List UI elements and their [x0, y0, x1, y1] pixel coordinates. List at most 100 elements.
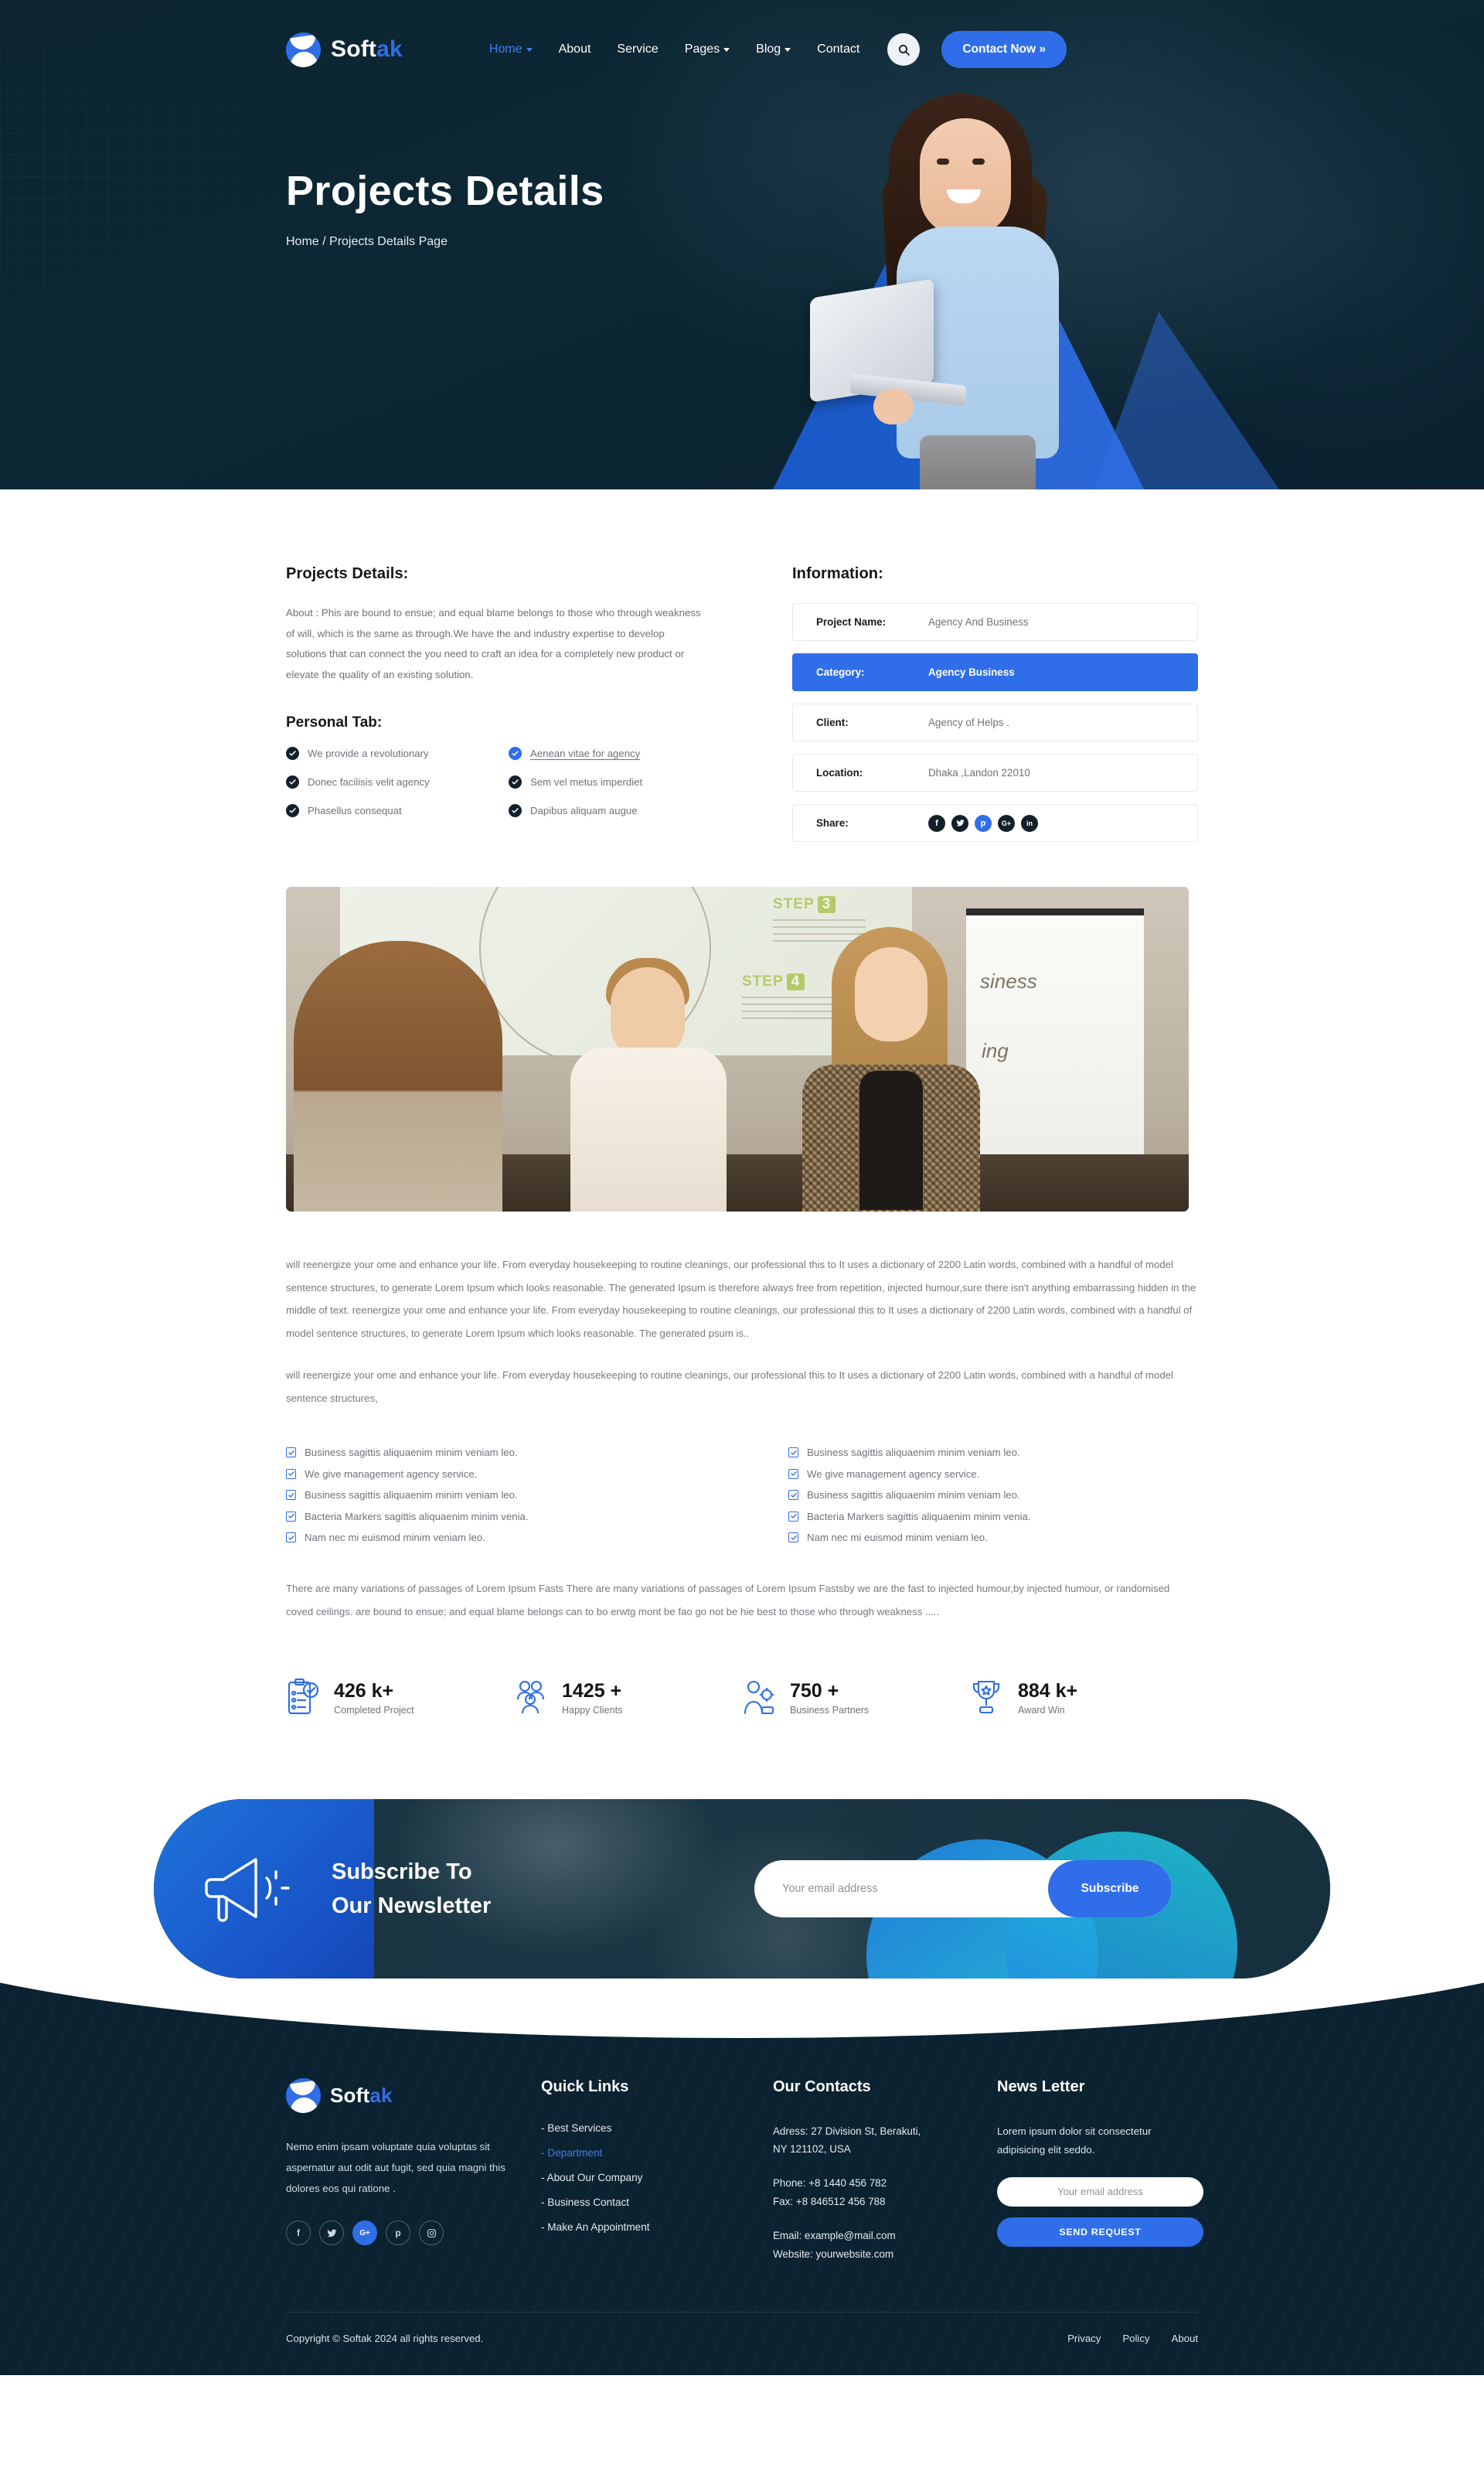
people-group-icon	[514, 1678, 550, 1718]
brand-name: Softak	[331, 36, 403, 62]
info-row-share: Share: f р G+ in	[792, 804, 1198, 842]
stat-number: 426 k+	[334, 1679, 394, 1702]
stat-happy-clients: 1425 + Happy Clients	[514, 1678, 742, 1718]
flipchart-text-2: ing	[982, 1039, 1009, 1062]
instagram-icon[interactable]	[419, 2220, 444, 2246]
checkbox-checked-icon	[788, 1447, 798, 1458]
personal-tab-item[interactable]: Donec facilisis velit agency	[286, 775, 481, 789]
footer-about-column: Softak Nemo enim ipsam voluptate quia vo…	[286, 2077, 541, 2264]
personal-tab-item[interactable]: Sem vel metus imperdiet	[509, 775, 703, 789]
google-plus-icon[interactable]: G+	[998, 814, 1015, 832]
main-content: Projects Details: About : Phis are bound…	[0, 489, 1484, 1792]
facebook-icon[interactable]: f	[928, 814, 945, 832]
personal-tab-label: Dapibus aliquam augue	[530, 805, 638, 817]
nav-item-contact[interactable]: Contact	[817, 43, 859, 56]
feature-checklist: Business sagittis aliquaenim minim venia…	[286, 1447, 1198, 1543]
personal-tab-label: We provide a revolutionary	[308, 748, 429, 760]
subscribe-button[interactable]: Subscribe	[1048, 1859, 1172, 1917]
stat-label: Business Partners	[790, 1704, 870, 1716]
footer-link-about[interactable]: About	[1172, 2333, 1198, 2344]
quick-link-department[interactable]: - Department	[541, 2147, 773, 2159]
info-row-client: Client: Agency of Helps .	[792, 704, 1198, 741]
checkbox-checked-icon	[788, 1468, 798, 1479]
checkbox-checked-icon	[788, 1490, 798, 1501]
info-value: Agency And Business	[928, 616, 1029, 628]
nav-item-pages[interactable]: Pages	[685, 43, 730, 56]
nav-item-home[interactable]: Home	[489, 43, 533, 56]
newsletter-form: Subscribe	[754, 1859, 1172, 1917]
checklist-item[interactable]: Bacteria Markers sagittis aliquaenim min…	[286, 1511, 696, 1522]
stat-business-partners: 750 + Business Partners	[742, 1678, 970, 1718]
news-letter-heading: News Letter	[997, 2077, 1085, 2095]
brand-logo[interactable]: Softak	[286, 32, 403, 67]
checklist-item[interactable]: Business sagittis aliquaenim minim venia…	[286, 1489, 696, 1501]
checklist-item[interactable]: Bacteria Markers sagittis aliquaenim min…	[788, 1511, 1198, 1522]
checklist-item[interactable]: Nam nec mi euismod minim veniam leo.	[788, 1532, 1198, 1543]
twitter-icon[interactable]	[951, 814, 968, 832]
checklist-label: Business sagittis aliquaenim minim venia…	[305, 1447, 518, 1459]
breadcrumb: Home / Projects Details Page	[286, 235, 448, 248]
chevron-down-icon	[785, 47, 791, 52]
personal-tab-column-left: We provide a revolutionary Donec facilis…	[286, 747, 481, 818]
email-line[interactable]: Email: example@mail.com	[773, 2227, 997, 2245]
address-line-2: NY 121102, USA	[773, 2143, 851, 2156]
footer-link-policy[interactable]: Policy	[1122, 2333, 1149, 2344]
checklist-item[interactable]: Nam nec mi euismod minim veniam leo.	[286, 1532, 696, 1543]
personal-tab-item[interactable]: Dapibus aliquam augue	[509, 804, 703, 818]
personal-tab-lists: We provide a revolutionary Donec facilis…	[286, 747, 703, 818]
nav-item-service[interactable]: Service	[617, 43, 658, 56]
checklist-item[interactable]: We give management agency service.	[788, 1468, 1198, 1480]
pinterest-icon[interactable]: р	[386, 2220, 410, 2246]
checklist-item[interactable]: Business sagittis aliquaenim minim venia…	[788, 1489, 1198, 1501]
footer-brand-logo[interactable]: Softak	[286, 2077, 541, 2113]
personal-tab-label: Aenean vitae for agency	[530, 748, 641, 760]
newsletter-title-line-2: Our Newsletter	[332, 1893, 492, 1918]
checklist-label: We give management agency service.	[807, 1467, 980, 1480]
stat-award-win: 884 k+ Award Win	[970, 1678, 1198, 1718]
pinterest-icon[interactable]: р	[975, 814, 992, 832]
google-plus-icon[interactable]: G+	[352, 2220, 377, 2246]
our-contacts-heading: Our Contacts	[773, 2077, 871, 2095]
personal-tab-item[interactable]: We provide a revolutionary	[286, 747, 481, 761]
softak-logo-icon	[286, 32, 321, 67]
article-paragraph-2: will reenergize your ome and enhance you…	[286, 1368, 1173, 1404]
linkedin-icon[interactable]: in	[1021, 814, 1038, 832]
checklist-item[interactable]: Business sagittis aliquaenim minim venia…	[788, 1447, 1198, 1458]
checklist-item[interactable]: Business sagittis aliquaenim minim venia…	[286, 1447, 696, 1458]
checklist-column-right: Business sagittis aliquaenim minim venia…	[788, 1447, 1198, 1543]
personal-tab-item[interactable]: Phasellus consequat	[286, 804, 481, 818]
details-information-row: Projects Details: About : Phis are bound…	[286, 565, 1198, 842]
article-paragraph-1: will reenergize your ome and enhance you…	[286, 1259, 1196, 1340]
twitter-icon[interactable]	[319, 2220, 344, 2246]
quick-link-best-services[interactable]: - Best Services	[541, 2122, 773, 2134]
stat-label: Award Win	[1018, 1704, 1065, 1716]
quick-link-about-our-company[interactable]: - About Our Company	[541, 2172, 773, 2183]
checklist-column-left: Business sagittis aliquaenim minim venia…	[286, 1447, 696, 1543]
facebook-icon[interactable]: f	[286, 2220, 311, 2246]
newsletter-banner: Subscribe To Our Newsletter Subscribe	[147, 1791, 1337, 1985]
info-row-location: Location: Dhaka ,Landon 22010	[792, 754, 1198, 792]
article-body: will reenergize your ome and enhance you…	[286, 1253, 1198, 1409]
personal-tab-label: Sem vel metus imperdiet	[530, 776, 643, 789]
quick-link-business-contact[interactable]: - Business Contact	[541, 2197, 773, 2208]
search-button[interactable]	[887, 33, 921, 66]
checklist-label: Bacteria Markers sagittis aliquaenim min…	[305, 1510, 529, 1522]
quick-link-make-an-appointment[interactable]: - Make An Appointment	[541, 2221, 773, 2233]
personal-tab-item-active[interactable]: Aenean vitae for agency	[509, 747, 703, 761]
nav-item-about[interactable]: About	[559, 43, 591, 56]
checkbox-checked-icon	[788, 1511, 798, 1522]
checklist-item[interactable]: We give management agency service.	[286, 1468, 696, 1480]
newsletter-email-input[interactable]	[754, 1882, 1048, 1895]
send-request-button[interactable]: SEND REQUEST	[997, 2217, 1203, 2247]
footer-email-input[interactable]	[997, 2176, 1203, 2207]
footer-link-privacy[interactable]: Privacy	[1067, 2333, 1101, 2344]
info-key: Client:	[816, 717, 849, 728]
website-line[interactable]: Website: yourwebsite.com	[773, 2245, 997, 2264]
check-circle-icon	[286, 804, 299, 818]
closing-paragraph: There are many variations of passages of…	[286, 1583, 1170, 1617]
info-row-category: Category: Agency Business	[792, 653, 1198, 691]
nav-item-blog[interactable]: Blog	[756, 43, 791, 56]
information-section: Information: Project Name: Agency And Bu…	[792, 565, 1198, 842]
footer-about-text: Nemo enim ipsam voluptate quia voluptas …	[286, 2140, 505, 2195]
contact-now-button[interactable]: Contact Now »	[941, 31, 1067, 68]
